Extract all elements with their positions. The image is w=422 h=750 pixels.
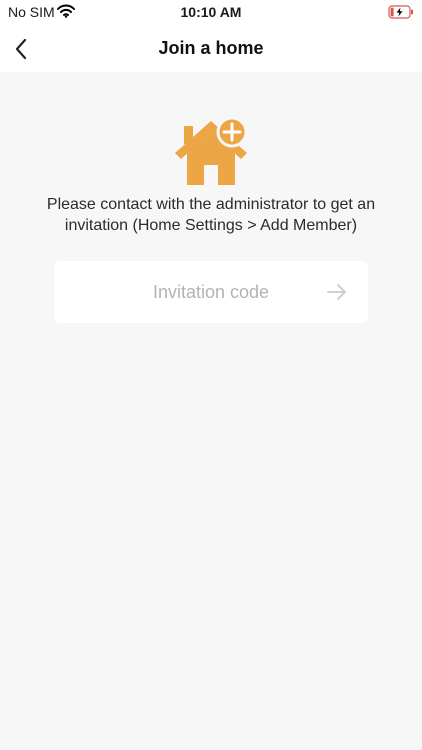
invitation-instruction: Please contact with the administrator to… [46, 196, 376, 234]
status-bar: No SIM 10:10 AM [0, 0, 422, 26]
arrow-right-icon [327, 284, 346, 300]
battery-charging-icon [388, 5, 414, 22]
join-home-content: Please contact with the administrator to… [0, 72, 422, 750]
navigation-bar: Join a home [0, 26, 422, 72]
page-title: Join a home [158, 38, 264, 58]
home-add-icon [171, 116, 251, 188]
invitation-code-box [54, 261, 368, 323]
status-time: 10:10 AM [180, 4, 242, 20]
invitation-code-input[interactable] [54, 261, 368, 323]
submit-button[interactable] [326, 283, 348, 301]
